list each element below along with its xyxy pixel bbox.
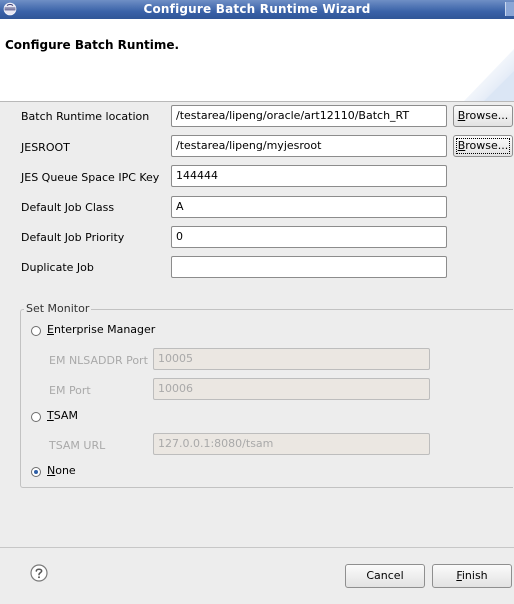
- tsam-label[interactable]: TSAM: [47, 409, 78, 422]
- batch-runtime-browse-button[interactable]: Browse...: [453, 105, 513, 127]
- close-icon[interactable]: [505, 2, 514, 16]
- tsam-url-input: 127.0.0.1:8080/tsam: [153, 433, 430, 455]
- enterprise-manager-text: nterprise Manager: [53, 323, 156, 336]
- footer-separator: [0, 547, 514, 548]
- jesroot-label: JESROOT: [21, 141, 70, 154]
- jes-queue-ipc-key-input[interactable]: 144444: [171, 165, 447, 187]
- duplicate-job-label: Duplicate Job: [21, 261, 94, 274]
- default-job-class-label: Default Job Class: [21, 201, 115, 214]
- finish-button[interactable]: Finish: [432, 564, 512, 588]
- em-nlsaddr-port-label: EM NLSADDR Port: [49, 354, 148, 367]
- wizard-banner: Configure Batch Runtime.: [0, 19, 514, 102]
- wizard-window: Configure Batch Runtime Wizard Configure…: [0, 0, 514, 604]
- browse-label: rowse...: [465, 109, 509, 122]
- tsam-mnemonic: T: [47, 409, 54, 422]
- em-port-input: 10006: [153, 378, 430, 400]
- none-label[interactable]: None: [47, 464, 76, 477]
- default-job-class-input[interactable]: A: [171, 196, 447, 218]
- wizard-banner-graphic: [464, 49, 514, 101]
- batch-runtime-location-input[interactable]: /testarea/lipeng/oracle/art12110/Batch_R…: [171, 105, 447, 127]
- tsam-text: SAM: [53, 409, 78, 422]
- help-icon[interactable]: [30, 564, 48, 582]
- enterprise-manager-mnemonic: E: [47, 323, 54, 336]
- window-title: Configure Batch Runtime Wizard: [143, 2, 371, 16]
- default-job-priority-label: Default Job Priority: [21, 231, 125, 244]
- cancel-button[interactable]: Cancel: [345, 564, 425, 588]
- tsam-url-label: TSAM URL: [49, 439, 106, 452]
- browse-label: rowse...: [465, 139, 509, 152]
- enterprise-manager-label[interactable]: Enterprise Manager: [47, 323, 155, 336]
- radio-selected-dot: [34, 470, 38, 474]
- title-bar[interactable]: Configure Batch Runtime Wizard: [0, 0, 514, 19]
- none-radio[interactable]: [31, 467, 41, 477]
- batch-runtime-location-label: Batch Runtime location: [21, 110, 150, 123]
- jes-queue-ipc-key-label: JES Queue Space IPC Key: [21, 171, 160, 184]
- none-text: one: [55, 464, 76, 477]
- none-mnemonic: N: [47, 464, 56, 477]
- finish-label: inish: [461, 569, 488, 582]
- jesroot-input[interactable]: /testarea/lipeng/myjesroot: [171, 135, 447, 157]
- jesroot-browse-button[interactable]: Browse...: [453, 135, 513, 157]
- set-monitor-group-title: Set Monitor: [24, 302, 92, 315]
- tsam-radio[interactable]: [31, 412, 41, 422]
- em-port-label: EM Port: [49, 384, 91, 397]
- enterprise-manager-radio[interactable]: [31, 326, 41, 336]
- default-job-priority-input[interactable]: 0: [171, 226, 447, 248]
- page-title: Configure Batch Runtime.: [5, 38, 180, 52]
- em-nlsaddr-port-input: 10005: [153, 348, 430, 370]
- duplicate-job-input[interactable]: [171, 256, 447, 278]
